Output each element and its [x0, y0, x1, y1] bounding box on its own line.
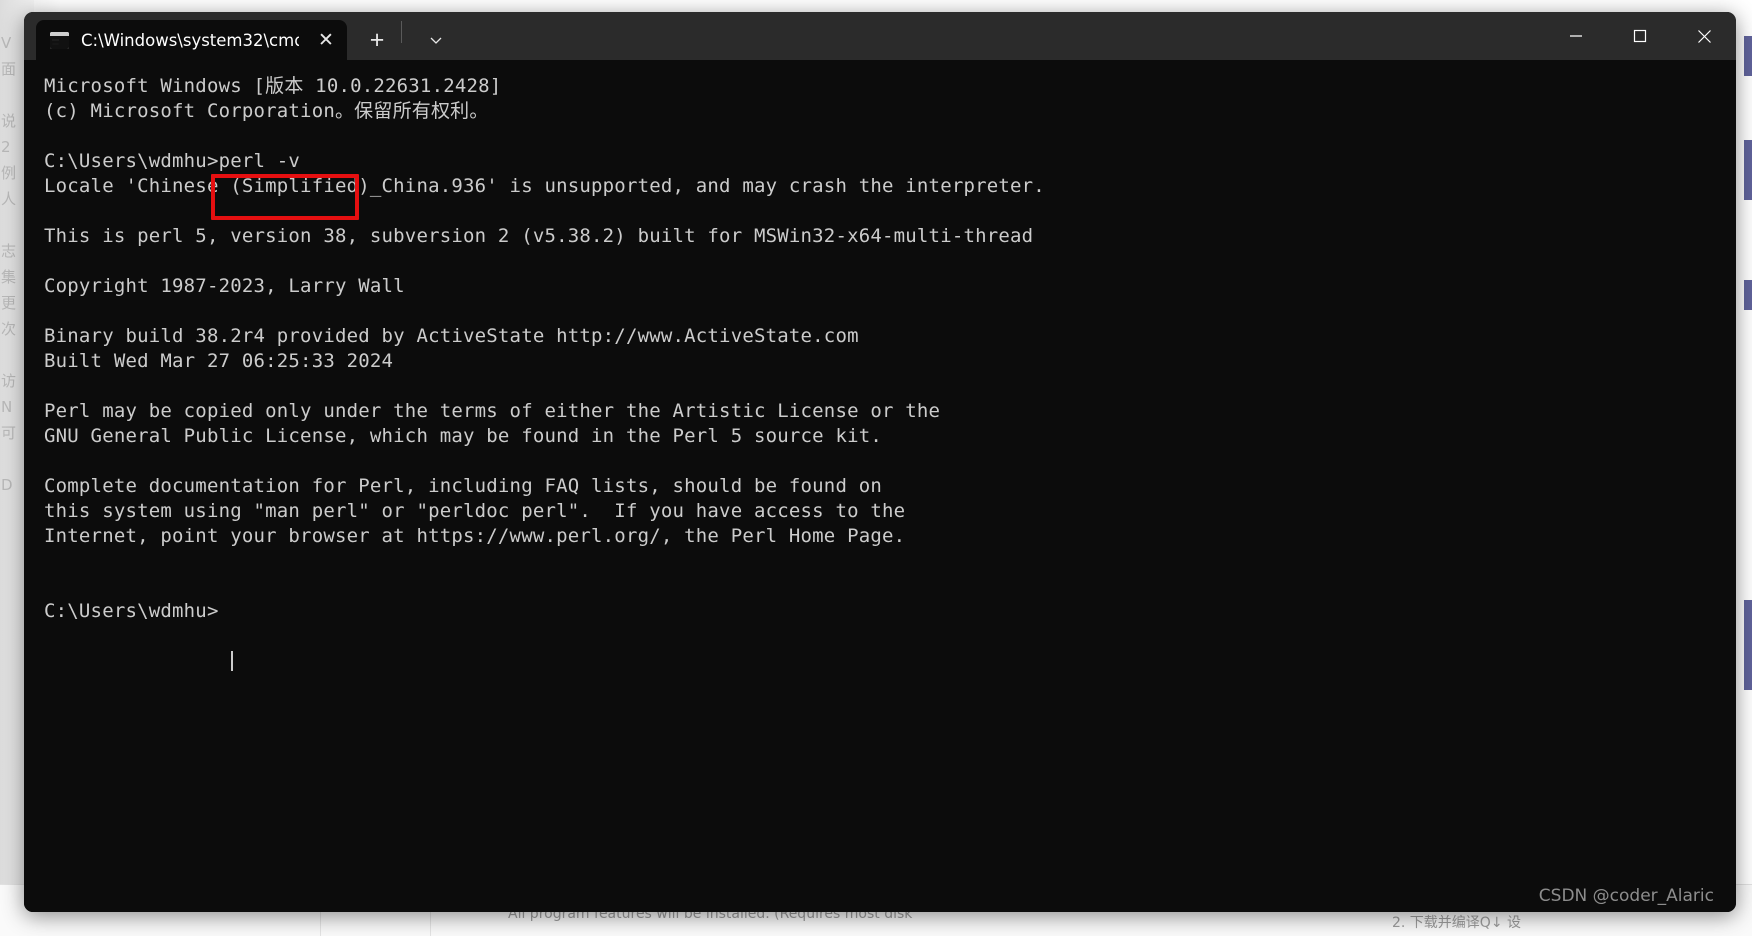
watermark: CSDN @coder_Alaric	[1538, 886, 1714, 906]
close-tab-icon[interactable]: ✕	[311, 25, 341, 55]
chevron-down-icon[interactable]	[418, 20, 454, 60]
new-tab-button[interactable]: +	[359, 20, 395, 60]
background-accent-bar-4	[1744, 600, 1752, 690]
background-accent-bar-1	[1744, 36, 1752, 76]
background-accent-bar-2	[1744, 140, 1752, 200]
console-output-area[interactable]: Microsoft Windows [版本 10.0.22631.2428] (…	[24, 60, 1736, 912]
tab-cmd[interactable]: C:\Windows\system32\cmd.e ✕	[36, 20, 347, 60]
background-accent-bar-3	[1744, 280, 1752, 310]
title-bar: C:\Windows\system32\cmd.e ✕ +	[24, 12, 1736, 60]
console-icon	[50, 31, 69, 49]
window-controls	[1544, 12, 1736, 60]
text-cursor	[231, 651, 233, 671]
console-text: Microsoft Windows [版本 10.0.22631.2428] (…	[44, 75, 1045, 622]
close-window-icon[interactable]	[1672, 12, 1736, 60]
background-bottom-hint-2: 2. 下载并编译Q↓ 设	[1392, 915, 1522, 931]
tab-title: C:\Windows\system32\cmd.e	[81, 30, 299, 50]
minimize-icon[interactable]	[1544, 12, 1608, 60]
maximize-icon[interactable]	[1608, 12, 1672, 60]
terminal-window: C:\Windows\system32\cmd.e ✕ + Microsoft …	[24, 12, 1736, 912]
tab-divider	[401, 20, 402, 43]
